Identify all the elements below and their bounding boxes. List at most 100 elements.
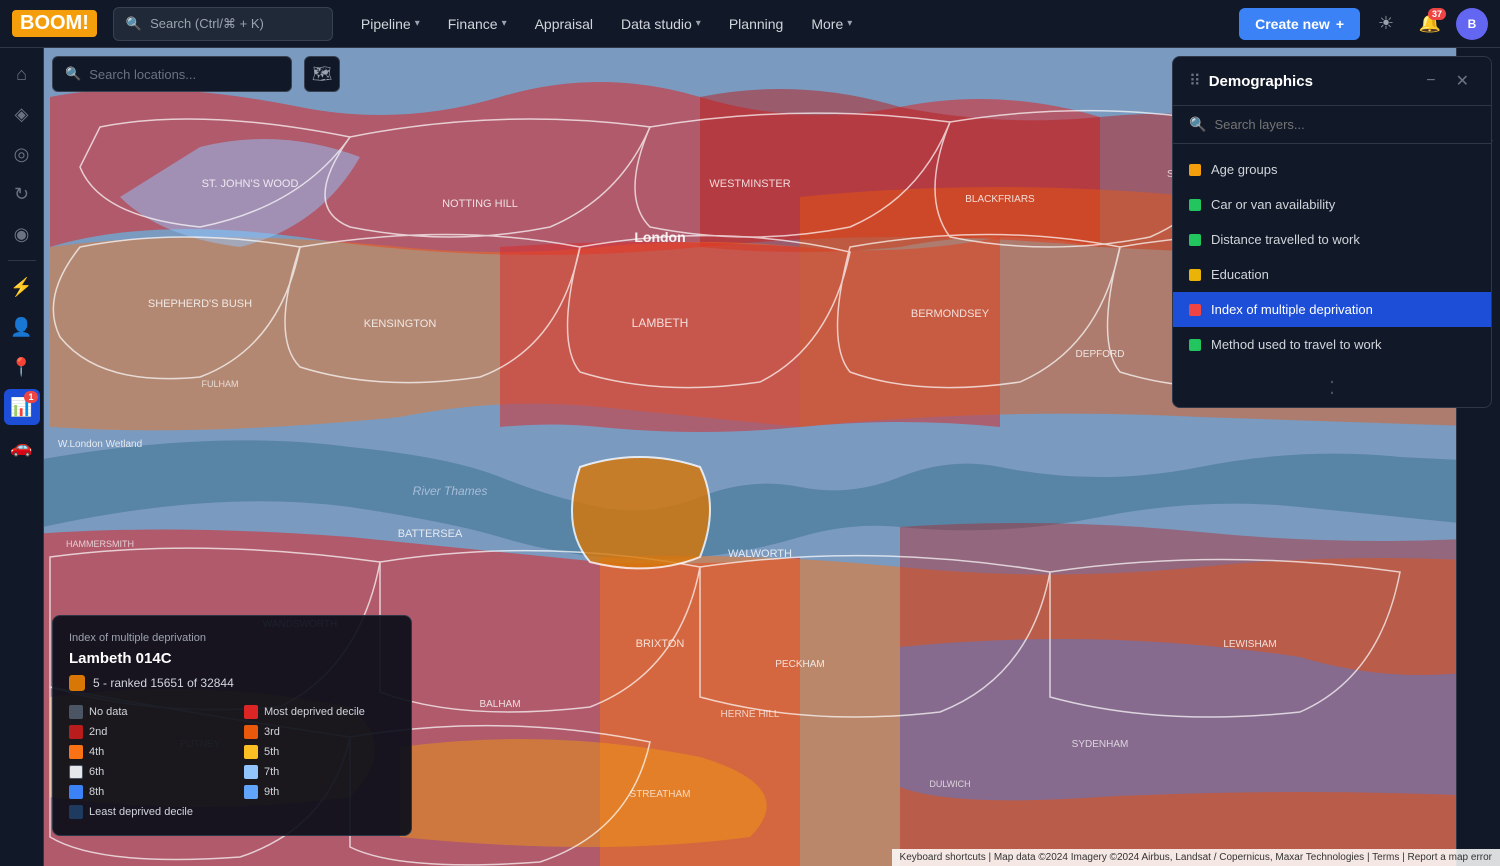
filter-icon: ⚡ [10,277,32,298]
theme-toggle-button[interactable]: ☀ [1368,6,1404,42]
layer-color-indicator [1189,304,1201,316]
demographics-minimize-button[interactable]: − [1420,70,1441,92]
legend-item-7th: 7th [244,765,395,779]
target-icon: ◎ [14,144,30,165]
legend-category: Index of multiple deprivation [69,632,395,644]
svg-text:W.London Wetland: W.London Wetland [58,439,142,450]
refresh-icon: ↻ [14,184,29,205]
legend-item-4th: 4th [69,745,220,759]
demographics-close-button[interactable]: ✕ [1450,69,1475,93]
svg-text:NOTTING HILL: NOTTING HILL [442,198,518,210]
layer-color-indicator [1189,339,1201,351]
notifications-button[interactable]: 🔔 37 [1412,6,1448,42]
nav-finance[interactable]: Finance ▾ [436,10,519,38]
legend-swatch [69,705,83,719]
layer-color-indicator [1189,234,1201,246]
demographics-search-input[interactable] [1214,117,1475,132]
demographics-layer-age-groups[interactable]: Age groups [1173,152,1491,187]
chevron-down-icon: ▾ [847,18,852,29]
map-legend: Index of multiple deprivation Lambeth 01… [52,615,412,836]
svg-text:LAMBETH: LAMBETH [632,316,689,330]
svg-text:WALWORTH: WALWORTH [728,548,792,560]
legend-swatch [69,785,83,799]
svg-text:BLACKFRIARS: BLACKFRIARS [965,194,1035,205]
svg-text:SHEPHERD'S BUSH: SHEPHERD'S BUSH [148,298,252,310]
legend-swatch [244,705,258,719]
pin-icon: 📍 [10,357,32,378]
demographics-header: ⠿ Demographics − ✕ [1173,57,1491,106]
sidebar-item-compass[interactable]: ◉ [4,216,40,252]
sidebar-item-chart[interactable]: 📊 1 [4,389,40,425]
drag-handle: ⁚ [1173,370,1491,407]
sidebar-divider [8,260,36,261]
search-icon: 🔍 [65,66,81,82]
svg-text:DEPFORD: DEPFORD [1076,349,1125,360]
svg-text:BERMONDSEY: BERMONDSEY [911,308,990,320]
sidebar-item-refresh[interactable]: ↻ [4,176,40,212]
search-icon: 🔍 [1189,116,1206,133]
svg-text:HERNE HILL: HERNE HILL [721,709,780,720]
user-avatar[interactable]: B [1456,8,1488,40]
notification-badge: 37 [1428,8,1446,20]
home-icon: ⌂ [16,64,27,85]
sidebar-item-filter[interactable]: ⚡ [4,269,40,305]
demographics-layer-travel-method[interactable]: Method used to travel to work [1173,327,1491,362]
location-search-container: 🔍 Search locations... 🗺 [52,56,340,92]
svg-text:KENSINGTON: KENSINGTON [364,318,437,330]
search-icon: 🔍 [126,16,142,32]
chart-badge: 1 [24,391,37,403]
demographics-layer-distance-work[interactable]: Distance travelled to work [1173,222,1491,257]
location-search-placeholder: Search locations... [89,67,196,82]
nav-menu: Pipeline ▾ Finance ▾ Appraisal Data stud… [349,10,1231,38]
app-logo: BOOM! [12,10,97,37]
legend-swatch [244,725,258,739]
svg-text:SYDENHAM: SYDENHAM [1072,739,1129,750]
legend-swatch [244,785,258,799]
demographics-search[interactable]: 🔍 [1173,106,1491,144]
legend-item-8th: 8th [69,785,220,799]
create-new-button[interactable]: Create new + [1239,8,1360,40]
legend-swatch [69,805,83,819]
map-view-toggle[interactable]: 🗺 [304,56,340,92]
sidebar-item-pin[interactable]: 📍 [4,349,40,385]
svg-text:BALHAM: BALHAM [479,699,520,710]
demographics-layer-car-availability[interactable]: Car or van availability [1173,187,1491,222]
layer-color-indicator [1189,199,1201,211]
chevron-down-icon: ▾ [696,18,701,29]
nav-appraisal[interactable]: Appraisal [523,10,605,38]
sidebar-item-target[interactable]: ◎ [4,136,40,172]
sidebar-item-person[interactable]: 👤 [4,309,40,345]
demographics-title: Demographics [1209,73,1413,90]
legend-area: Lambeth 014C [69,650,395,667]
legend-swatch [69,745,83,759]
demographics-layer-education[interactable]: Education [1173,257,1491,292]
layer-color-indicator [1189,164,1201,176]
svg-text:BRIXTON: BRIXTON [636,638,685,650]
svg-text:LEWISHAM: LEWISHAM [1223,639,1276,650]
nav-planning[interactable]: Planning [717,10,796,38]
global-search[interactable]: 🔍 Search (Ctrl/⌘ + K) [113,7,333,41]
legend-item-nodata: No data [69,705,220,719]
layer-color-indicator [1189,269,1201,281]
sidebar-item-home[interactable]: ⌂ [4,56,40,92]
svg-text:River Thames: River Thames [413,484,488,498]
layer-label: Method used to travel to work [1211,337,1382,352]
nav-pipeline[interactable]: Pipeline ▾ [349,10,432,38]
map-attribution: Keyboard shortcuts | Map data ©2024 Imag… [892,849,1500,866]
layer-label: Education [1211,267,1269,282]
legend-swatch [69,725,83,739]
legend-item-3rd: 3rd [244,725,395,739]
nav-data-studio[interactable]: Data studio ▾ [609,10,713,38]
svg-text:PECKHAM: PECKHAM [775,659,824,670]
nav-more[interactable]: More ▾ [799,10,864,38]
svg-text:WESTMINSTER: WESTMINSTER [709,178,790,190]
top-navigation: BOOM! 🔍 Search (Ctrl/⌘ + K) Pipeline ▾ F… [0,0,1500,48]
location-search-input[interactable]: 🔍 Search locations... [52,56,292,92]
chevron-down-icon: ▾ [415,18,420,29]
sidebar-item-car[interactable]: 🚗 [4,429,40,465]
nav-right-actions: Create new + ☀ 🔔 37 B [1239,6,1488,42]
demographics-panel: ⠿ Demographics − ✕ 🔍 Age groups Car or v… [1172,56,1492,408]
demographics-layer-deprivation[interactable]: Index of multiple deprivation [1173,292,1491,327]
legend-item-5th: 5th [244,745,395,759]
sidebar-item-layers[interactable]: ◈ [4,96,40,132]
